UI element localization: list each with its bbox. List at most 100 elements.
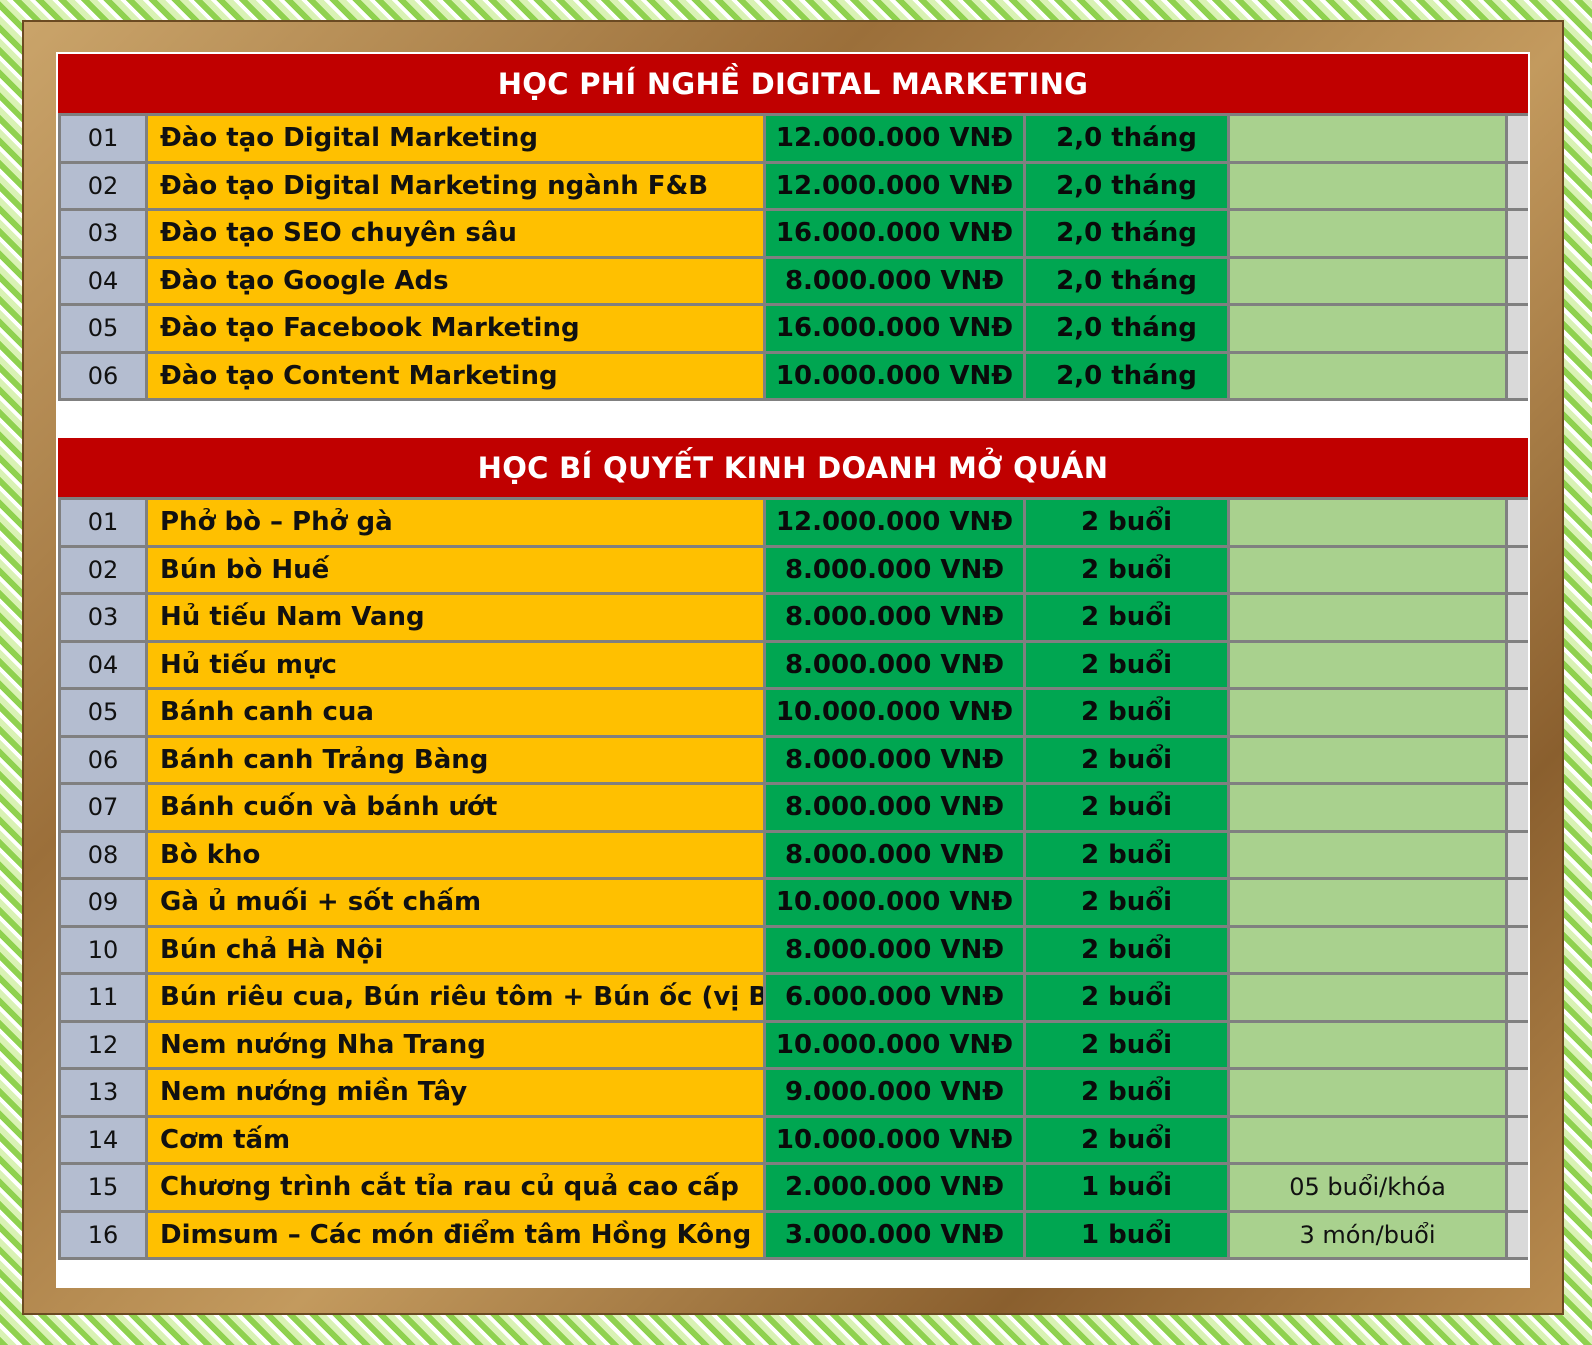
course-note <box>1230 116 1508 161</box>
table-row: 07 Bánh cuốn và bánh ướt 8.000.000 VNĐ 2 bu… <box>58 785 1528 833</box>
row-number: 06 <box>58 353 148 398</box>
course-price: 8.000.000 VNĐ <box>766 832 1026 877</box>
course-duration: 1 buổi <box>1026 1212 1230 1257</box>
course-duration: 2 buổi <box>1026 1070 1230 1115</box>
course-duration: 2,0 tháng <box>1026 211 1230 256</box>
course-duration: 2 buổi <box>1026 785 1230 830</box>
course-price: 2.000.000 VNĐ <box>766 1165 1026 1210</box>
course-note <box>1230 258 1508 303</box>
row-number: 13 <box>58 1070 148 1115</box>
table-row: 15 Chương trình cắt tỉa rau củ quả cao cấ… <box>58 1165 1528 1213</box>
table-row: 01 Đào tạo Digital Marketing 12.000.000 VN… <box>58 116 1528 164</box>
course-name: Bún riêu cua, Bún riêu tôm + Bún ốc (vị … <box>148 975 766 1020</box>
course-note <box>1230 880 1508 925</box>
course-price: 3.000.000 VNĐ <box>766 1212 1026 1257</box>
course-name: Bún chả Hà Nội <box>148 927 766 972</box>
course-name: Đào tạo Facebook Marketing <box>148 306 766 351</box>
course-note <box>1230 211 1508 256</box>
course-note <box>1230 1022 1508 1067</box>
row-number: 15 <box>58 1165 148 1210</box>
course-note <box>1230 500 1508 545</box>
table-row: 12 Nem nướng Nha Trang 10.000.000 VNĐ 2 buổ… <box>58 1022 1528 1070</box>
course-duration: 2 buổi <box>1026 975 1230 1020</box>
course-note <box>1230 353 1508 398</box>
course-price: 9.000.000 VNĐ <box>766 1070 1026 1115</box>
row-number: 05 <box>58 690 148 735</box>
course-duration: 2,0 tháng <box>1026 258 1230 303</box>
course-price: 8.000.000 VNĐ <box>766 595 1026 640</box>
section-digital-marketing: HỌC PHÍ NGHỀ DIGITAL MARKETING 01 Đào tạo … <box>58 54 1528 401</box>
course-name: Bánh cuốn và bánh ướt <box>148 785 766 830</box>
course-name: Nem nướng miền Tây <box>148 1070 766 1115</box>
table-row: 03 Đào tạo SEO chuyên sâu 16.000.000 VNĐ 2,… <box>58 211 1528 259</box>
course-price: 8.000.000 VNĐ <box>766 547 1026 592</box>
course-duration: 2 buổi <box>1026 595 1230 640</box>
course-price: 8.000.000 VNĐ <box>766 785 1026 830</box>
course-note: 3 món/buổi <box>1230 1212 1508 1257</box>
course-note <box>1230 975 1508 1020</box>
course-note <box>1230 163 1508 208</box>
course-name: Gà ủ muối + sốt chấm <box>148 880 766 925</box>
course-duration: 2,0 tháng <box>1026 163 1230 208</box>
table-row: 11 Bún riêu cua, Bún riêu tôm + Bún ốc (v… <box>58 975 1528 1023</box>
course-note <box>1230 832 1508 877</box>
table-row: 13 Nem nướng miền Tây 9.000.000 VNĐ 2 buổi <box>58 1070 1528 1118</box>
row-number: 09 <box>58 880 148 925</box>
course-price: 10.000.000 VNĐ <box>766 1022 1026 1067</box>
course-price: 16.000.000 VNĐ <box>766 211 1026 256</box>
course-note <box>1230 306 1508 351</box>
row-number: 01 <box>58 500 148 545</box>
course-price: 8.000.000 VNĐ <box>766 927 1026 972</box>
course-name: Hủ tiếu mực <box>148 642 766 687</box>
table-row: 04 Hủ tiếu mực 8.000.000 VNĐ 2 buổi <box>58 642 1528 690</box>
course-note <box>1230 547 1508 592</box>
course-duration: 2 buổi <box>1026 880 1230 925</box>
table-row: 04 Đào tạo Google Ads 8.000.000 VNĐ 2,0 thá… <box>58 258 1528 306</box>
course-name: Phở bò – Phở gà <box>148 500 766 545</box>
course-price: 8.000.000 VNĐ <box>766 737 1026 782</box>
row-number: 05 <box>58 306 148 351</box>
course-name: Chương trình cắt tỉa rau củ quả cao cấp <box>148 1165 766 1210</box>
row-number: 04 <box>58 258 148 303</box>
course-name: Đào tạo SEO chuyên sâu <box>148 211 766 256</box>
course-duration: 2 buổi <box>1026 1117 1230 1162</box>
course-note <box>1230 690 1508 735</box>
course-duration: 2,0 tháng <box>1026 116 1230 161</box>
table-row: 05 Đào tạo Facebook Marketing 16.000.000 V… <box>58 306 1528 354</box>
course-note <box>1230 737 1508 782</box>
course-duration: 2 buổi <box>1026 500 1230 545</box>
table-row: 02 Bún bò Huế 8.000.000 VNĐ 2 buổi <box>58 547 1528 595</box>
course-price: 8.000.000 VNĐ <box>766 642 1026 687</box>
row-number: 01 <box>58 116 148 161</box>
row-number: 16 <box>58 1212 148 1257</box>
row-number: 04 <box>58 642 148 687</box>
section-restaurant-business: HỌC BÍ QUYẾT KINH DOANH MỞ QUÁN 01 Phở bò … <box>58 438 1528 1260</box>
course-name: Cơm tấm <box>148 1117 766 1162</box>
course-name: Hủ tiếu Nam Vang <box>148 595 766 640</box>
course-duration: 2 buổi <box>1026 690 1230 735</box>
course-duration: 2 buổi <box>1026 1022 1230 1067</box>
course-price: 8.000.000 VNĐ <box>766 258 1026 303</box>
course-name: Dimsum – Các món điểm tâm Hồng Kông <box>148 1212 766 1257</box>
course-name: Đào tạo Google Ads <box>148 258 766 303</box>
table-row: 08 Bò kho 8.000.000 VNĐ 2 buổi <box>58 832 1528 880</box>
course-note <box>1230 1117 1508 1162</box>
course-price: 16.000.000 VNĐ <box>766 306 1026 351</box>
course-name: Đào tạo Content Marketing <box>148 353 766 398</box>
course-note <box>1230 785 1508 830</box>
course-price: 6.000.000 VNĐ <box>766 975 1026 1020</box>
course-name: Đào tạo Digital Marketing <box>148 116 766 161</box>
row-number: 03 <box>58 211 148 256</box>
section-title: HỌC PHÍ NGHỀ DIGITAL MARKETING <box>58 54 1528 116</box>
course-price: 10.000.000 VNĐ <box>766 690 1026 735</box>
row-number: 12 <box>58 1022 148 1067</box>
table-row: 14 Cơm tấm 10.000.000 VNĐ 2 buổi <box>58 1117 1528 1165</box>
course-duration: 2 buổi <box>1026 927 1230 972</box>
course-duration: 1 buổi <box>1026 1165 1230 1210</box>
table-row: 10 Bún chả Hà Nội 8.000.000 VNĐ 2 buổi <box>58 927 1528 975</box>
row-number: 07 <box>58 785 148 830</box>
table-row: 01 Phở bò – Phở gà 12.000.000 VNĐ 2 buổi <box>58 500 1528 548</box>
table-row: 02 Đào tạo Digital Marketing ngành F&B 12.… <box>58 163 1528 211</box>
course-duration: 2 buổi <box>1026 832 1230 877</box>
row-number: 02 <box>58 547 148 592</box>
